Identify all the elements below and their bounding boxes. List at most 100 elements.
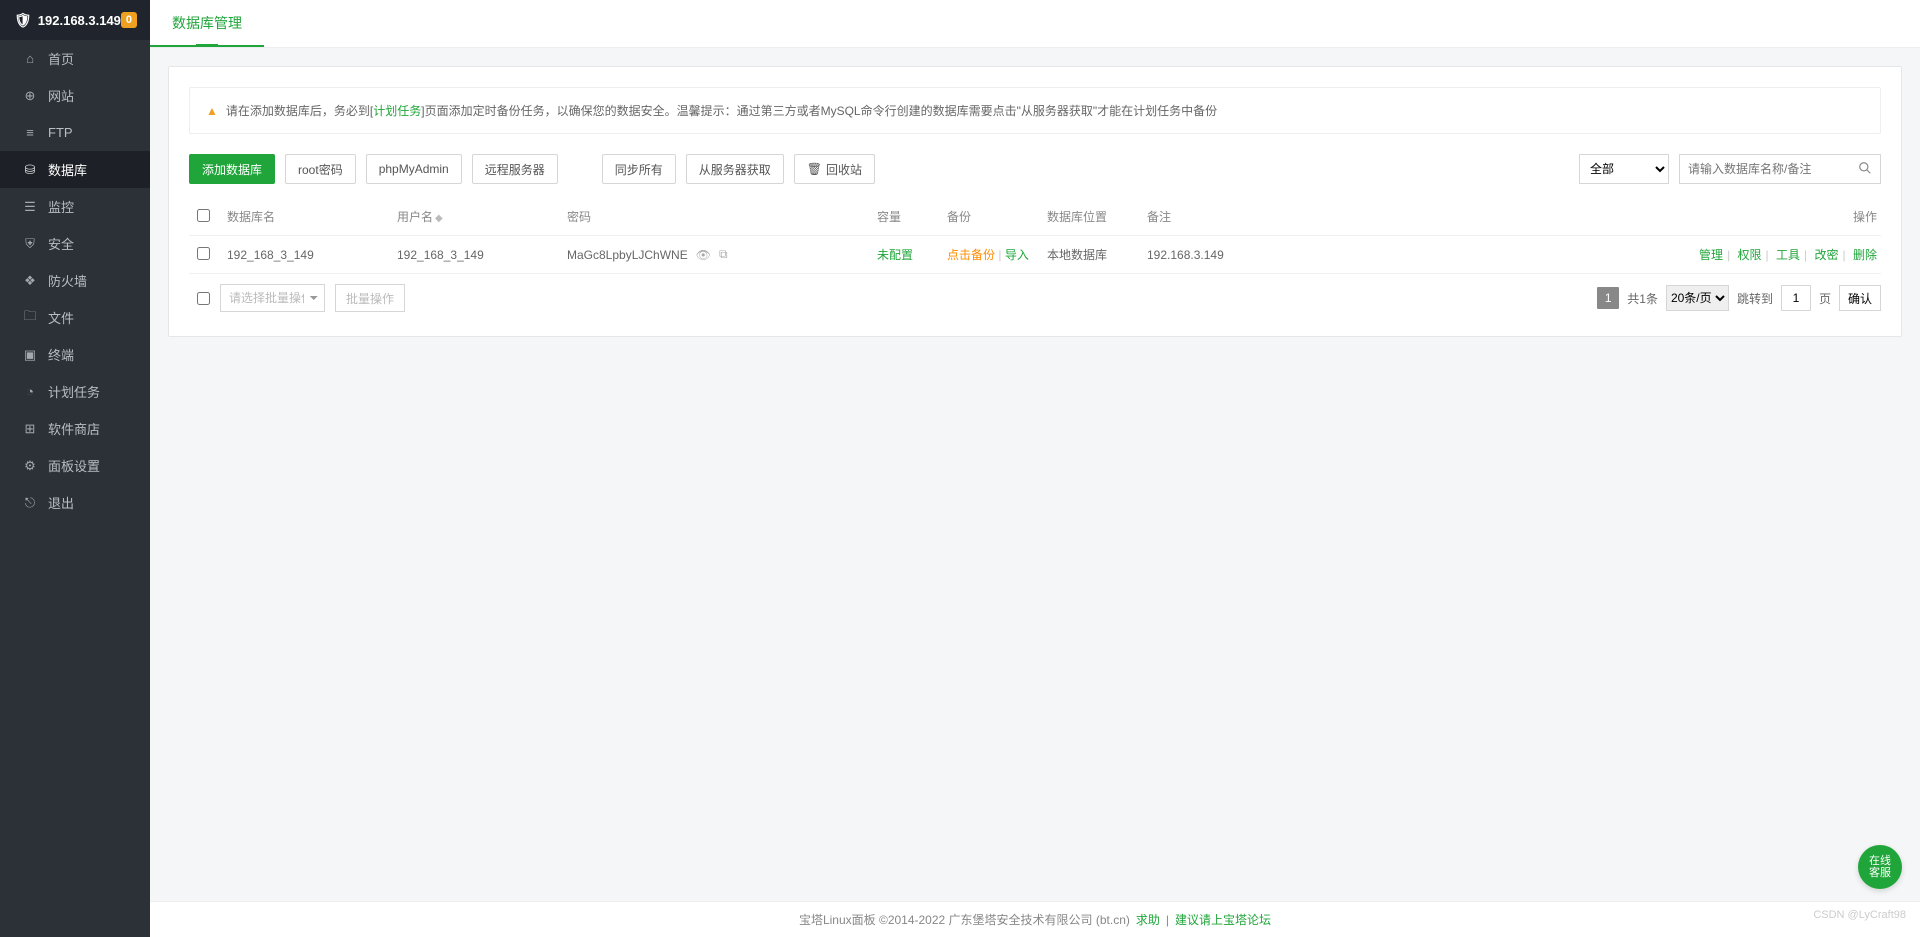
home-icon: ⌂ [22,51,38,66]
search-input[interactable] [1680,155,1850,183]
sidebar-item-label: 网站 [48,86,74,105]
batch-action-button[interactable]: 批量操作 [335,284,405,312]
cell-location: 本地数据库 [1039,236,1139,274]
main: 数据库管理 ▲ 请在添加数据库后，务必到[计划任务]页面添加定时备份任务，以确保… [150,0,1920,937]
remote-server-button[interactable]: 远程服务器 [472,154,558,184]
panel: ▲ 请在添加数据库后，务必到[计划任务]页面添加定时备份任务，以确保您的数据安全… [168,66,1902,337]
alert-tip: ▲ 请在添加数据库后，务必到[计划任务]页面添加定时备份任务，以确保您的数据安全… [189,87,1881,134]
online-support-button[interactable]: 在线 客服 [1858,845,1902,889]
sidebar-item-label: 计划任务 [48,382,100,401]
col-backup: 备份 [939,198,1039,236]
cell-backup: 点击备份 | 导入 [939,236,1039,274]
footer-product: 宝塔Linux面板 ©2014-2022 广东堡塔安全技术有限公司 (bt.cn… [799,911,1130,928]
sidebar-item-label: 监控 [48,197,74,216]
eye-icon[interactable]: 👁 [696,248,711,262]
folder-icon: 🗀 [22,307,38,329]
backup-click-link[interactable]: 点击备份 [947,248,995,262]
alert-text: 请在添加数据库后，务必到[计划任务]页面添加定时备份任务，以确保您的数据安全。温… [226,102,1217,119]
op-tool[interactable]: 工具 [1776,248,1800,262]
watermark: CSDN @LyCraft98 [1813,909,1906,921]
total-count: 共1条 [1627,290,1658,307]
cell-ops: 管理| 权限| 工具| 改密| 删除 [1671,236,1881,274]
fetch-server-button[interactable]: 从服务器获取 [686,154,784,184]
sidebar-item-label: 文件 [48,308,74,327]
sidebar-item-terminal[interactable]: ▣ 终端 [0,336,150,373]
content: ▲ 请在添加数据库后，务必到[计划任务]页面添加定时备份任务，以确保您的数据安全… [150,48,1920,901]
batch-select[interactable]: 请选择批量操作 [220,284,325,312]
footer-forum-link[interactable]: 建议请上宝塔论坛 [1175,911,1271,928]
col-password: 密码 [559,198,869,236]
jump-label: 跳转到 [1737,290,1773,307]
search-icon [1858,161,1872,178]
sidebar-header: 🛡 192.168.3.149 0 [0,0,150,40]
jump-input[interactable] [1781,285,1811,311]
filter-select[interactable]: 全部 [1579,154,1669,184]
clock-icon: ◔ [22,384,38,399]
table-header-row: 数据库名 用户名◆ 密码 容量 备份 数据库位置 备注 操作 [189,198,1881,236]
sidebar-item-home[interactable]: ⌂ 首页 [0,40,150,77]
sidebar-item-label: FTP [48,125,73,140]
jump-confirm-button[interactable]: 确认 [1839,285,1881,311]
sidebar-item-logout[interactable]: ⎋ 退出 [0,484,150,521]
sync-all-button[interactable]: 同步所有 [602,154,676,184]
cell-password: MaGc8LpbyLJChWNE👁⧉ [567,247,861,262]
copy-icon[interactable]: ⧉ [719,247,728,262]
sidebar-item-files[interactable]: 🗀 文件 [0,299,150,336]
batch-row: 请选择批量操作 批量操作 1 共1条 20条/页 跳转到 页 确认 [189,274,1881,312]
select-all-checkbox[interactable] [197,209,210,222]
cell-name: 192_168_3_149 [219,236,389,274]
sidebar-item-label: 安全 [48,234,74,253]
sidebar-item-firewall[interactable]: ❖防火墙 [0,262,150,299]
sidebar-item-label: 终端 [48,345,74,364]
shield-icon: 🛡 [14,12,32,29]
tab-strip: 数据库管理 [150,0,1920,48]
backup-import-link[interactable]: 导入 [1005,248,1029,262]
header-ip: 192.168.3.149 [38,13,121,28]
col-name[interactable]: 数据库名 [219,198,389,236]
op-del[interactable]: 删除 [1853,248,1877,262]
col-remark: 备注 [1139,198,1671,236]
firewall-icon: ❖ [22,273,38,289]
sidebar-item-site[interactable]: ⊕ 网站 [0,77,150,114]
recycle-bin-button[interactable]: 🗑回收站 [794,154,875,184]
tab-database-manage[interactable]: 数据库管理 [150,0,264,47]
phpmyadmin-button[interactable]: phpMyAdmin [366,154,462,184]
sidebar-item-store[interactable]: ⊞软件商店 [0,410,150,447]
sidebar-item-label: 退出 [48,493,74,512]
sidebar-item-label: 面板设置 [48,456,100,475]
message-badge[interactable]: 0 [121,12,137,28]
row-checkbox[interactable] [197,247,210,260]
op-pw[interactable]: 改密 [1815,248,1839,262]
col-ops: 操作 [1671,198,1881,236]
add-database-button[interactable]: 添加数据库 [189,154,275,184]
sidebar-item-cron[interactable]: ◔ 计划任务 [0,373,150,410]
gear-icon: ⚙ [22,458,38,474]
sidebar-item-ftp[interactable]: ≡ FTP [0,114,150,151]
alert-cron-link[interactable]: 计划任务 [373,104,421,118]
col-user[interactable]: 用户名◆ [389,198,559,236]
terminal-icon: ▣ [22,347,38,363]
search-button[interactable] [1850,155,1880,183]
shield-outline-icon: ⛨ [22,236,38,252]
sidebar-item-settings[interactable]: ⚙ 面板设置 [0,447,150,484]
logout-icon: ⎋ [22,495,38,511]
monitor-icon: ☰ [22,199,38,215]
sidebar-item-monitor[interactable]: ☰ 监控 [0,188,150,225]
root-password-button[interactable]: root密码 [285,154,356,184]
ftp-icon: ≡ [22,125,38,140]
cell-user: 192_168_3_149 [389,236,559,274]
cell-capacity[interactable]: 未配置 [877,248,913,262]
sidebar-item-security[interactable]: ⛨ 安全 [0,225,150,262]
cell-remark[interactable]: 192.168.3.149 [1139,236,1671,274]
sidebar-item-label: 首页 [48,49,74,68]
sidebar: 🛡 192.168.3.149 0 ⌂首页 ⊕网站 ≡FTP ⛁数据库 ☰监控 … [0,0,150,937]
batch-checkbox[interactable] [197,292,210,305]
op-manage[interactable]: 管理 [1699,248,1723,262]
page-size-select[interactable]: 20条/页 [1666,285,1729,311]
page-suffix: 页 [1819,290,1831,307]
globe-icon: ⊕ [22,88,38,104]
footer-help-link[interactable]: 求助 [1136,911,1160,928]
op-perm[interactable]: 权限 [1738,248,1762,262]
sidebar-item-database[interactable]: ⛁数据库 [0,151,150,188]
current-page: 1 [1597,287,1619,309]
